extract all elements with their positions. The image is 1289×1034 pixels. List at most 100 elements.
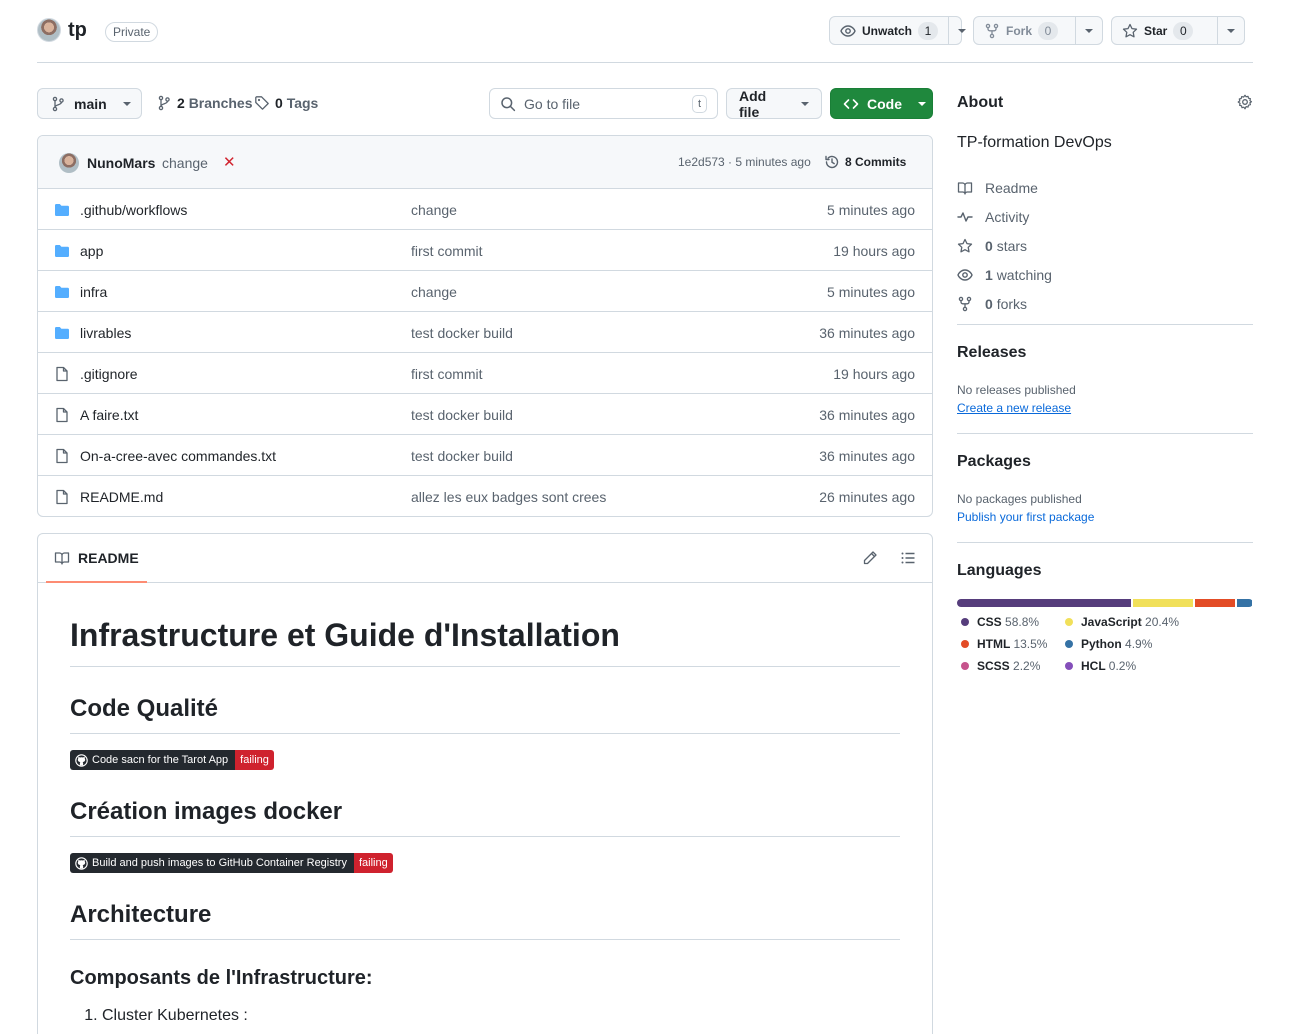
file-name[interactable]: .gitignore [80,366,138,382]
language-bar-segment[interactable] [1195,599,1236,607]
watch-dropdown[interactable] [948,17,975,44]
file-row[interactable]: On-a-cree-avec commandes.txt test docker … [38,435,932,476]
watching-link[interactable]: 1 watching [957,260,1052,289]
divider [957,433,1253,434]
eye-icon [957,268,973,281]
file-commit-time: 5 minutes ago [827,284,915,300]
owner-avatar[interactable] [37,18,61,42]
fork-label: Fork [1006,23,1033,38]
releases-title[interactable]: Releases [957,344,1026,362]
file-name[interactable]: app [80,243,103,259]
repo-header: tp Private Unwatch 1 Fork 0 Star 0 [37,16,1253,63]
publish-package-link[interactable]: Publish your first package [957,510,1094,524]
file-name[interactable]: README.md [80,489,163,505]
file-commit-message[interactable]: test docker build [411,407,513,423]
add-file-button[interactable]: Add file [726,88,822,120]
file-name[interactable]: On-a-cree-avec commandes.txt [80,448,276,464]
star-button[interactable]: Star 0 [1112,17,1203,44]
file-commit-message[interactable]: first commit [411,366,483,382]
create-release-link[interactable]: Create a new release [957,401,1071,415]
language-color-dot [961,640,969,648]
file-commit-time: 19 hours ago [833,366,915,382]
language-item[interactable]: CSS 58.8% [961,615,1039,629]
stars-link[interactable]: 0 stars [957,231,1052,260]
file-name[interactable]: livrables [80,325,131,341]
language-name: HCL [1081,659,1106,673]
branch-selector[interactable]: main [37,88,142,119]
file-commit-message[interactable]: first commit [411,243,483,259]
file-commit-time: 36 minutes ago [819,325,915,341]
about-title: About [957,94,1004,111]
file-browser: NunoMars change ✕ 1e2d573 · 5 minutes ag… [37,135,933,517]
language-bar-segment[interactable] [1237,599,1252,607]
language-percent: 20.4% [1145,615,1180,629]
readme-link[interactable]: Readme [957,173,1052,202]
file-type-icon [54,325,70,341]
file-commit-message[interactable]: allez les eux badges sont crees [411,489,606,505]
gear-icon[interactable] [1237,94,1253,110]
file-row[interactable]: .github/workflows change 5 minutes ago [38,189,932,230]
file-commit-message[interactable]: change [411,202,457,218]
language-bar-segment[interactable] [957,599,1132,607]
readme-tab[interactable]: README [46,534,147,583]
file-commit-time: 26 minutes ago [819,489,915,505]
language-color-dot [1065,618,1073,626]
star-dropdown[interactable] [1217,17,1244,44]
file-commit-message[interactable]: test docker build [411,325,513,341]
file-icon [56,407,68,423]
build-push-badge[interactable]: Build and push images to GitHub Containe… [70,853,393,874]
file-name[interactable]: A faire.txt [80,407,138,423]
go-to-file-input[interactable]: Go to file t [489,88,718,119]
language-item[interactable]: JavaScript 20.4% [1065,615,1179,629]
tags-link[interactable]: 0 Tags [254,95,318,111]
activity-link[interactable]: Activity [957,202,1052,231]
file-row[interactable]: infra change 5 minutes ago [38,271,932,312]
badge2-status: failing [353,853,393,874]
language-item[interactable]: SCSS 2.2% [961,659,1040,673]
unwatch-button[interactable]: Unwatch 1 [830,17,948,44]
readme-tab-label: README [78,549,139,566]
language-name: SCSS [977,659,1010,673]
language-bar-segment[interactable] [1133,599,1194,607]
file-name[interactable]: .github/workflows [80,202,187,218]
fork-icon [958,296,972,311]
file-type-icon [54,202,70,218]
x-icon[interactable]: ✕ [223,153,236,171]
file-name[interactable]: infra [80,284,107,300]
file-row[interactable]: livrables test docker build 36 minutes ago [38,312,932,353]
file-commit-message[interactable]: change [411,284,457,300]
file-row[interactable]: .gitignore first commit 19 hours ago [38,353,932,394]
file-type-icon [54,489,70,505]
pencil-icon[interactable] [862,550,878,566]
commit-author[interactable]: NunoMars [87,155,155,171]
readme-header: README [38,534,932,583]
fork-button[interactable]: Fork 0 [974,17,1068,44]
code-scan-badge[interactable]: Code sacn for the Tarot App failing [70,750,274,771]
commit-sha-time[interactable]: 1e2d573 · 5 minutes ago [678,155,811,169]
code-button[interactable]: Code [830,88,933,119]
commit-author-avatar[interactable] [59,153,79,173]
file-commit-message[interactable]: test docker build [411,448,513,464]
packages-title[interactable]: Packages [957,453,1031,471]
eye-icon [840,24,856,37]
readme-content: Infrastructure et Guide d'Installation C… [70,616,900,1025]
commit-message[interactable]: change [162,155,208,171]
language-item[interactable]: Python 4.9% [1065,637,1152,651]
stars-count: 0 [985,237,993,254]
file-row[interactable]: app first commit 19 hours ago [38,230,932,271]
badge-label: Code sacn for the Tarot App [70,750,236,771]
commits-link[interactable]: 8 Commits [824,154,906,170]
search-shortcut-key: t [691,94,707,113]
language-item[interactable]: HCL 0.2% [1065,659,1136,673]
folder-icon [55,286,69,298]
language-item[interactable]: HTML 13.5% [961,637,1047,651]
forks-link[interactable]: 0 forks [957,289,1052,318]
languages-bar[interactable] [957,599,1253,607]
file-row[interactable]: A faire.txt test docker build 36 minutes a… [38,394,932,435]
repo-name[interactable]: tp [68,19,87,42]
fork-button-group: Fork 0 [973,16,1103,45]
outline-list-icon[interactable] [900,550,916,566]
file-row[interactable]: README.md allez les eux badges sont crees… [38,476,932,516]
fork-dropdown[interactable] [1075,17,1102,44]
branches-link[interactable]: 2 Branches [156,95,253,111]
